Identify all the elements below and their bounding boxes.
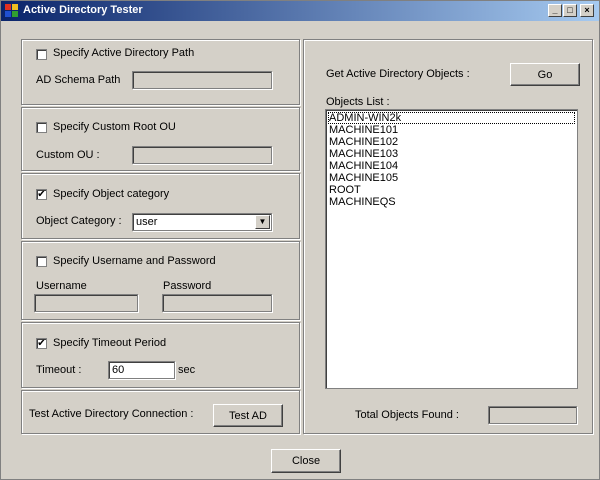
object-category-value: user — [136, 216, 158, 228]
list-item[interactable]: MACHINEQS — [328, 196, 575, 208]
list-item[interactable]: MACHINE103 — [328, 148, 575, 160]
object-category-checkbox[interactable]: ✔ — [36, 189, 47, 200]
password-label: Password — [163, 280, 212, 292]
ad-path-group: Specify Active Directory Path AD Schema … — [21, 39, 300, 105]
test-ad-button[interactable]: Test AD — [213, 404, 283, 427]
list-item[interactable]: MACHINE101 — [328, 124, 575, 136]
password-input[interactable] — [162, 294, 272, 312]
object-category-group: ✔ Specify Object category Object Categor… — [21, 173, 300, 239]
ad-path-checkbox-label: Specify Active Directory Path — [53, 47, 195, 59]
app-icon — [5, 4, 18, 17]
list-item[interactable]: MACHINE102 — [328, 136, 575, 148]
objects-group: Get Active Directory Objects : Go Object… — [303, 39, 593, 434]
list-item[interactable]: ADMIN-WIN2k — [328, 112, 575, 124]
credentials-checkbox-label: Specify Username and Password — [53, 255, 216, 267]
timeout-unit: sec — [178, 364, 196, 376]
list-item[interactable]: MACHINE104 — [328, 160, 575, 172]
object-category-combo[interactable]: user ▼ — [132, 213, 272, 231]
get-objects-label: Get Active Directory Objects : — [326, 68, 470, 80]
ad-schema-path-input[interactable] — [132, 71, 272, 89]
test-connection-group: Test Active Directory Connection : Test … — [21, 390, 300, 434]
window-title: Active Directory Tester — [23, 4, 143, 16]
username-input[interactable] — [34, 294, 138, 312]
timeout-label: Timeout : — [36, 364, 82, 376]
timeout-input[interactable]: 60 — [108, 361, 175, 379]
go-button[interactable]: Go — [510, 63, 580, 86]
root-ou-checkbox-label: Specify Custom Root OU — [53, 121, 176, 133]
timeout-checkbox[interactable]: ✔ — [36, 338, 47, 349]
root-ou-checkbox[interactable] — [36, 122, 47, 133]
total-objects-label: Total Objects Found : — [355, 409, 459, 421]
ad-schema-path-label: AD Schema Path — [36, 74, 121, 86]
username-label: Username — [36, 280, 87, 292]
maximize-button[interactable]: □ — [563, 4, 577, 17]
main-window: Active Directory Tester _ □ × Specify Ac… — [0, 0, 600, 480]
list-item[interactable]: ROOT — [328, 184, 575, 196]
test-connection-label: Test Active Directory Connection : — [29, 408, 194, 420]
ad-path-checkbox[interactable] — [36, 49, 47, 60]
close-window-button[interactable]: × — [580, 4, 594, 17]
objects-listbox[interactable]: ADMIN-WIN2k MACHINE101 MACHINE102 MACHINE10… — [325, 109, 578, 389]
title-bar[interactable]: Active Directory Tester _ □ × — [1, 1, 599, 21]
timeout-group: ✔ Specify Timeout Period Timeout : 60 se… — [21, 322, 300, 388]
custom-ou-label: Custom OU : — [36, 149, 100, 161]
custom-ou-input[interactable] — [132, 146, 272, 164]
object-category-checkbox-label: Specify Object category — [53, 188, 170, 200]
credentials-checkbox[interactable] — [36, 256, 47, 267]
objects-list-label: Objects List : — [326, 96, 390, 108]
root-ou-group: Specify Custom Root OU Custom OU : — [21, 107, 300, 171]
list-item[interactable]: MACHINE105 — [328, 172, 575, 184]
total-objects-field — [488, 406, 577, 424]
credentials-group: Specify Username and Password Username P… — [21, 241, 300, 320]
timeout-checkbox-label: Specify Timeout Period — [53, 337, 167, 349]
object-category-label: Object Category : — [36, 215, 122, 227]
close-button[interactable]: Close — [271, 449, 341, 473]
chevron-down-icon[interactable]: ▼ — [255, 215, 270, 229]
minimize-button[interactable]: _ — [548, 4, 562, 17]
